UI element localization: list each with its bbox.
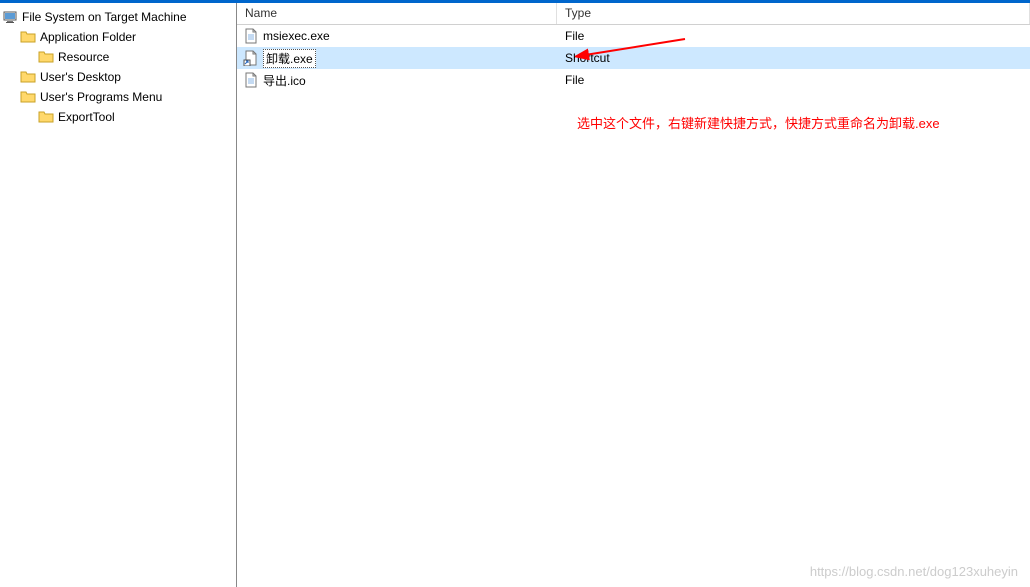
tree-item-label: User's Desktop	[40, 70, 121, 84]
column-header-type[interactable]: Type	[557, 3, 1030, 24]
tree-item-label: ExportTool	[58, 110, 115, 124]
tree-item-label: Application Folder	[40, 30, 136, 44]
tree-root[interactable]: File System on Target Machine	[2, 7, 234, 27]
tree-root-label: File System on Target Machine	[22, 10, 187, 24]
folder-icon	[38, 109, 54, 125]
main-container: File System on Target Machine Applicatio…	[0, 0, 1030, 587]
file-icon	[243, 72, 259, 88]
tree-item-application-folder[interactable]: Application Folder	[2, 27, 234, 47]
file-name: msiexec.exe	[263, 29, 330, 43]
tree-item-label: User's Programs Menu	[40, 90, 162, 104]
folder-icon	[38, 49, 54, 65]
file-name: 导出.ico	[263, 72, 306, 89]
file-type: File	[557, 29, 1030, 43]
file-name-editing[interactable]: 卸载.exe	[263, 49, 316, 68]
file-type: Shortcut	[557, 51, 1030, 65]
tree-panel[interactable]: File System on Target Machine Applicatio…	[0, 3, 237, 587]
tree-item-users-desktop[interactable]: User's Desktop	[2, 67, 234, 87]
tree-item-label: Resource	[58, 50, 109, 64]
column-header-name[interactable]: Name	[237, 3, 557, 24]
list-body: msiexec.exe File 卸载.exe Shortcut	[237, 25, 1030, 91]
file-icon	[243, 28, 259, 44]
list-row[interactable]: msiexec.exe File	[237, 25, 1030, 47]
tree-item-resource[interactable]: Resource	[2, 47, 234, 67]
list-row[interactable]: 卸载.exe Shortcut	[237, 47, 1030, 69]
tree-item-users-programs-menu[interactable]: User's Programs Menu	[2, 87, 234, 107]
folder-icon	[20, 29, 36, 45]
list-row[interactable]: 导出.ico File	[237, 69, 1030, 91]
file-type: File	[557, 73, 1030, 87]
folder-icon	[20, 69, 36, 85]
folder-icon	[20, 89, 36, 105]
computer-icon	[2, 9, 18, 25]
file-list-panel[interactable]: Name Type msiexec.exe File 卸载.exe	[237, 3, 1030, 587]
shortcut-icon	[243, 50, 259, 66]
tree-item-exporttool[interactable]: ExportTool	[2, 107, 234, 127]
annotation-text: 选中这个文件，右键新建快捷方式，快捷方式重命名为卸载.exe	[577, 113, 940, 132]
list-header: Name Type	[237, 3, 1030, 25]
